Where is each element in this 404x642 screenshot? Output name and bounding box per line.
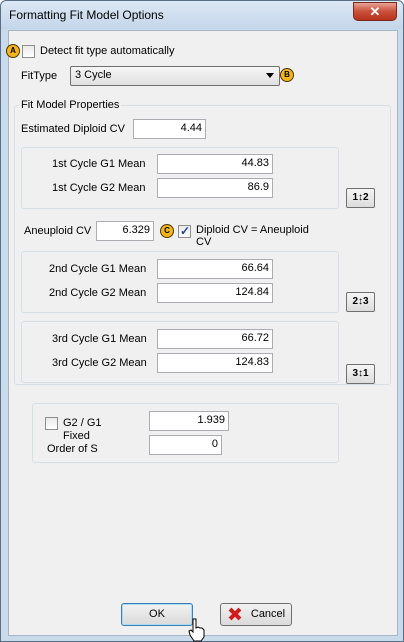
close-button[interactable]: ✕ bbox=[353, 2, 397, 21]
cycle2-g1-label: 2nd Cycle G1 Mean bbox=[49, 263, 147, 275]
order-of-s-input[interactable]: 0 bbox=[149, 435, 222, 455]
g2-g1-label: G2 / G1 bbox=[63, 417, 102, 429]
cycle2-g1-input[interactable]: 66.64 bbox=[157, 259, 273, 279]
diploid-equals-aneuploid-checkbox[interactable] bbox=[178, 224, 191, 238]
title-bar[interactable]: Formatting Fit Model Options ✕ bbox=[1, 1, 403, 29]
marker-b: B bbox=[280, 68, 294, 82]
marker-a: A bbox=[6, 44, 20, 58]
dialog-body: A Detect fit type automatically FitType … bbox=[6, 30, 398, 636]
detect-fit-label: Detect fit type automatically bbox=[40, 45, 175, 57]
cancel-button[interactable]: Cancel bbox=[220, 603, 292, 626]
dialog-window: Formatting Fit Model Options ✕ A Detect … bbox=[0, 0, 404, 642]
fit-type-value: 3 Cycle bbox=[75, 69, 112, 81]
cycle1-g2-label: 1st Cycle G2 Mean bbox=[52, 182, 146, 194]
ok-button[interactable]: OK bbox=[121, 603, 193, 626]
estimated-diploid-cv-input[interactable]: 4.44 bbox=[133, 119, 206, 139]
close-icon: ✕ bbox=[369, 4, 381, 19]
cycle1-g2-input[interactable]: 86.9 bbox=[157, 178, 273, 198]
cycle2-g2-input[interactable]: 124.84 bbox=[157, 283, 273, 303]
cycle3-g2-input[interactable]: 124.83 bbox=[157, 353, 273, 373]
cycle3-g2-label: 3rd Cycle G2 Mean bbox=[52, 357, 147, 369]
fixed-checkbox[interactable] bbox=[45, 417, 58, 430]
order-of-s-label: Order of S bbox=[47, 443, 98, 455]
cycle1-g1-label: 1st Cycle G1 Mean bbox=[52, 158, 146, 170]
fit-model-properties-legend: Fit Model Properties bbox=[19, 99, 122, 111]
estimated-diploid-cv-label: Estimated Diploid CV bbox=[21, 123, 125, 135]
window-title: Formatting Fit Model Options bbox=[9, 8, 164, 22]
cycle3-g1-label: 3rd Cycle G1 Mean bbox=[52, 333, 147, 345]
diploid-equals-aneuploid-label: Diploid CV = Aneuploid CV bbox=[196, 224, 309, 248]
cycle2-g2-label: 2nd Cycle G2 Mean bbox=[49, 287, 147, 299]
hand-cursor-icon bbox=[188, 618, 205, 642]
swap-3-1-button[interactable]: 3↕1 bbox=[346, 364, 375, 384]
aneuploid-cv-input[interactable]: 6.329 bbox=[96, 221, 154, 241]
marker-c: C bbox=[160, 224, 174, 238]
g2-g1-input[interactable]: 1.939 bbox=[149, 411, 229, 431]
detect-fit-checkbox[interactable] bbox=[22, 45, 35, 58]
ok-label: OK bbox=[149, 608, 165, 620]
swap-2-3-button[interactable]: 2↕3 bbox=[346, 292, 375, 312]
cancel-label: Cancel bbox=[250, 608, 286, 620]
chevron-down-icon bbox=[266, 73, 274, 78]
cycle3-g1-input[interactable]: 66.72 bbox=[157, 329, 273, 349]
swap-1-2-button[interactable]: 1↕2 bbox=[346, 188, 375, 208]
fit-type-select[interactable]: 3 Cycle bbox=[70, 66, 280, 86]
aneuploid-cv-label: Aneuploid CV bbox=[24, 225, 92, 237]
fit-type-label: FitType bbox=[21, 70, 58, 82]
close-icon bbox=[227, 607, 243, 621]
fixed-label: Fixed bbox=[63, 430, 90, 442]
cycle1-g1-input[interactable]: 44.83 bbox=[157, 154, 273, 174]
